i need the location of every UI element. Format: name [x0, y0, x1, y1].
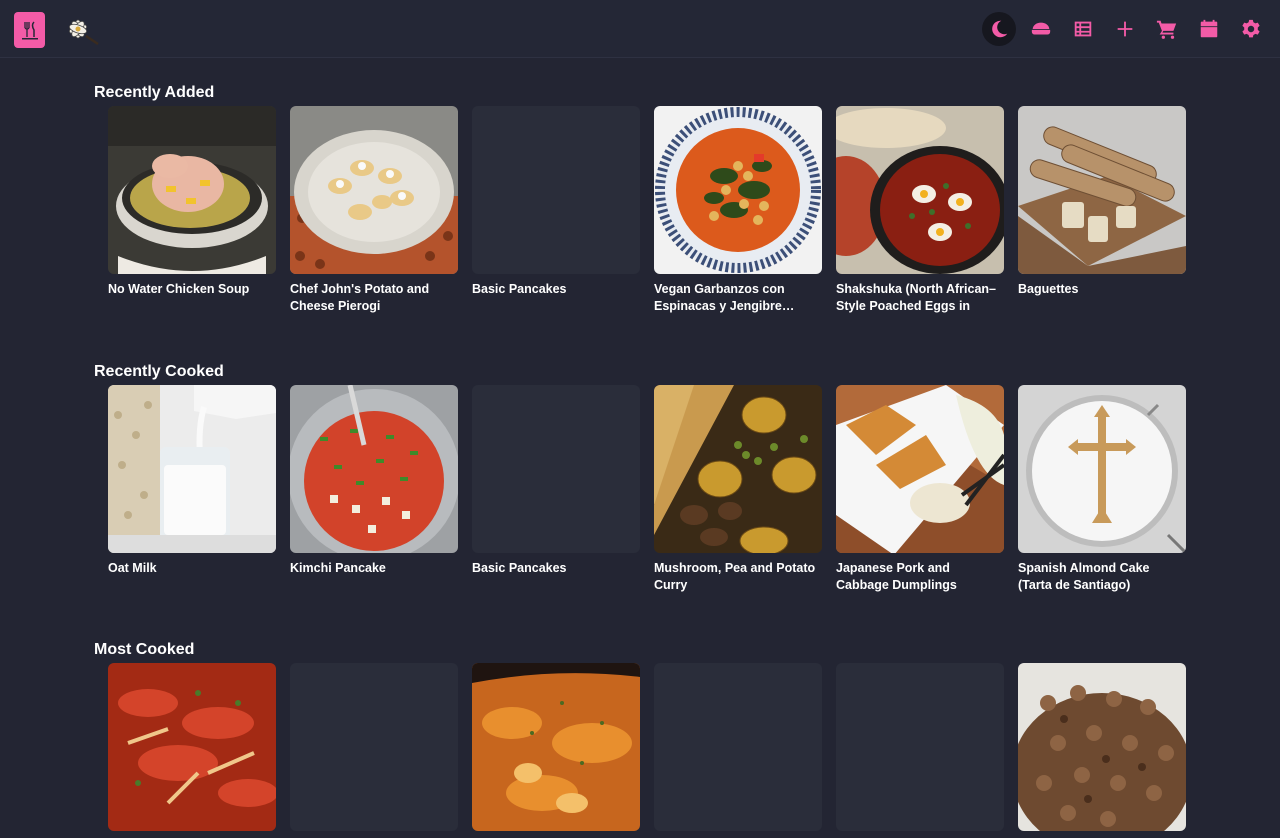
recipe-thumbnail[interactable]	[654, 385, 822, 553]
recipe-card[interactable]	[108, 663, 276, 838]
recipe-card[interactable]: Basic Pancakes	[472, 385, 640, 594]
recipe-name[interactable]: Mushroom, Pea and Potato Curry	[654, 560, 822, 594]
recipe-thumbnail-placeholder[interactable]	[654, 663, 822, 831]
recipe-name[interactable]: Japanese Pork and Cabbage Dumplings (Gyo…	[836, 560, 1004, 594]
recipe-thumbnail-placeholder[interactable]	[472, 106, 640, 274]
recipe-thumbnail[interactable]	[290, 385, 458, 553]
recipe-card[interactable]: Basic Pancakes	[472, 106, 640, 315]
recipe-name[interactable]: Basic Pancakes	[472, 281, 640, 298]
flower-icon[interactable]	[60, 14, 100, 46]
recipe-card[interactable]: Mushroom, Pea and Potato Curry	[654, 385, 822, 594]
recipe-name[interactable]: Spanish Almond Cake (Tarta de Santiago)	[1018, 560, 1186, 594]
recipe-thumbnail[interactable]	[1018, 663, 1186, 831]
calendar-button[interactable]	[1192, 12, 1226, 46]
recipe-thumbnail-placeholder[interactable]	[472, 385, 640, 553]
card-row: Oat Milk Kimchi Pancake Basic Pancakes M…	[108, 385, 1200, 594]
section-title: Recently Cooked	[94, 363, 224, 380]
settings-button[interactable]	[1234, 12, 1268, 46]
card-row: No Water Chicken Soup Chef John's Potato…	[108, 106, 1200, 315]
recipe-card[interactable]: Oat Milk	[108, 385, 276, 594]
recipe-card[interactable]	[836, 663, 1004, 838]
section-recently-cooked: Recently Cooked Oat Milk Kimchi Pancake …	[94, 362, 1194, 592]
table-icon	[1074, 21, 1092, 37]
section-title: Recently Added	[94, 84, 215, 101]
recipes-list-button[interactable]	[1066, 12, 1100, 46]
recipe-card[interactable]: Baguettes	[1018, 106, 1186, 315]
recipe-card[interactable]	[1018, 663, 1186, 838]
recipe-name[interactable]: Oat Milk	[108, 560, 276, 577]
recipe-card[interactable]: Chef John's Potato and Cheese Pierogi	[290, 106, 458, 315]
cookbook-logo[interactable]	[14, 12, 45, 48]
gear-icon	[1242, 19, 1260, 38]
top-navbar	[0, 0, 1280, 58]
recipe-card[interactable]	[654, 663, 822, 838]
moon-icon	[992, 20, 1008, 38]
recipe-name[interactable]: Kimchi Pancake	[290, 560, 458, 577]
recipe-card[interactable]: Shakshuka (North African–Style Poached E…	[836, 106, 1004, 315]
calendar-icon	[1200, 19, 1218, 38]
meal-button[interactable]	[1024, 12, 1058, 46]
section-title: Most Cooked	[94, 641, 195, 658]
recipe-card[interactable]	[472, 663, 640, 838]
recipe-card[interactable]	[290, 663, 458, 838]
recipe-thumbnail-placeholder[interactable]	[290, 663, 458, 831]
recipe-thumbnail[interactable]	[108, 106, 276, 274]
recipe-thumbnail[interactable]	[472, 663, 640, 831]
recipe-card[interactable]: Kimchi Pancake	[290, 385, 458, 594]
recipe-name[interactable]: Baguettes	[1018, 281, 1186, 298]
cart-icon	[1156, 20, 1177, 39]
nav-icons	[974, 12, 1268, 46]
recipe-thumbnail[interactable]	[1018, 385, 1186, 553]
recipe-thumbnail-placeholder[interactable]	[836, 663, 1004, 831]
recipe-card[interactable]: Vegan Garbanzos con Espinacas y Jengibre…	[654, 106, 822, 315]
recipe-name[interactable]: Chef John's Potato and Cheese Pierogi	[290, 281, 458, 315]
recipe-thumbnail[interactable]	[108, 385, 276, 553]
plus-icon	[1117, 21, 1133, 37]
recipe-card[interactable]: Spanish Almond Cake (Tarta de Santiago)	[1018, 385, 1186, 594]
recipe-name[interactable]: Vegan Garbanzos con Espinacas y Jengibre…	[654, 281, 822, 315]
bowl-icon	[1031, 22, 1051, 35]
recipe-thumbnail[interactable]	[290, 106, 458, 274]
add-recipe-button[interactable]	[1108, 12, 1142, 46]
recipe-thumbnail[interactable]	[654, 106, 822, 274]
recipe-card[interactable]: Japanese Pork and Cabbage Dumplings (Gyo…	[836, 385, 1004, 594]
section-recently-added: Recently Added No Water Chicken Soup Che…	[94, 83, 1194, 313]
card-row	[108, 663, 1200, 838]
recipe-thumbnail[interactable]	[1018, 106, 1186, 274]
section-most-cooked: Most Cooked	[94, 640, 1194, 831]
recipe-name[interactable]: No Water Chicken Soup	[108, 281, 276, 298]
recipe-card[interactable]: No Water Chicken Soup	[108, 106, 276, 315]
shopping-cart-button[interactable]	[1150, 12, 1184, 46]
recipe-name[interactable]: Basic Pancakes	[472, 560, 640, 577]
cookbook-icon	[19, 19, 40, 41]
recipe-thumbnail[interactable]	[108, 663, 276, 831]
recipe-thumbnail[interactable]	[836, 106, 1004, 274]
recipe-name[interactable]: Shakshuka (North African–Style Poached E…	[836, 281, 1004, 315]
recipe-thumbnail[interactable]	[836, 385, 1004, 553]
dark-mode-toggle[interactable]	[982, 12, 1016, 46]
